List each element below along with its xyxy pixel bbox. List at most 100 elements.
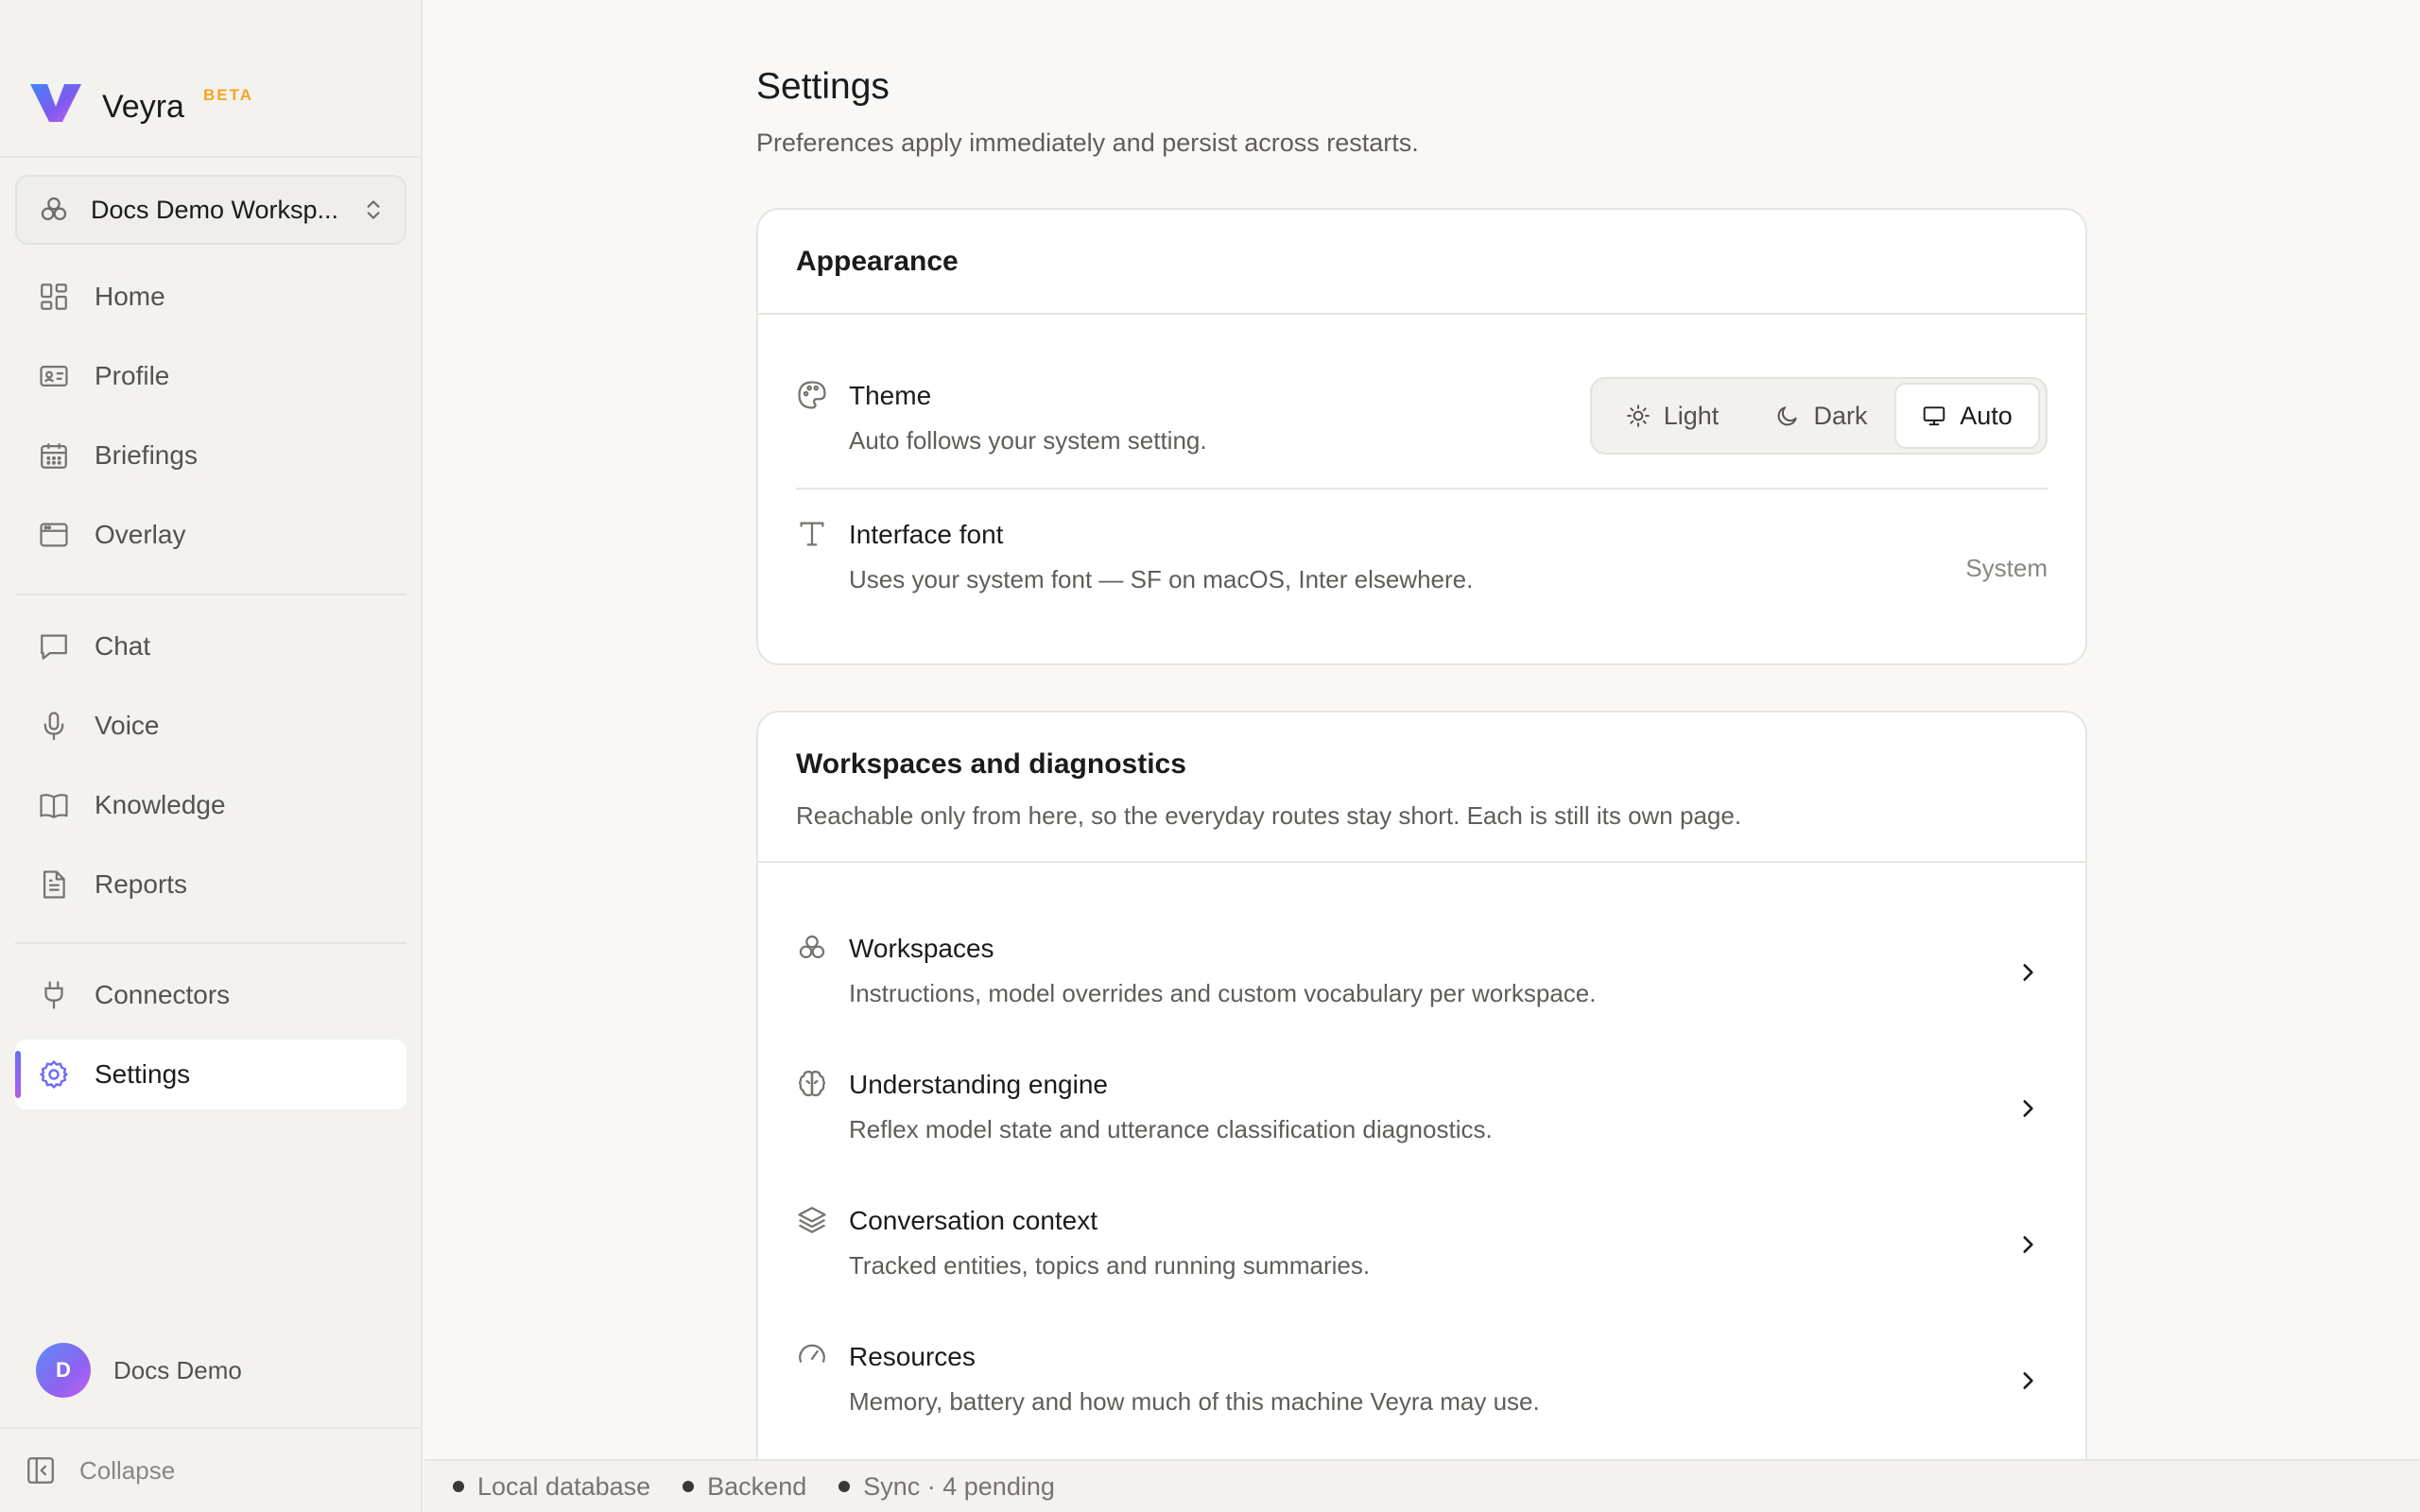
type-icon <box>800 522 824 546</box>
theme-option-label: Light <box>1663 401 1720 430</box>
status-bar: Local database Backend Sync · 4 pending <box>424 1459 2420 1512</box>
workspace-name: Docs Demo Worksp... <box>91 195 339 224</box>
sidebar-divider <box>0 156 421 158</box>
sidebar: Veyra BETA Docs Demo Worksp... Home Prof… <box>0 0 423 1512</box>
sun-icon <box>1626 404 1650 427</box>
sidebar-item-voice[interactable]: Voice <box>15 691 406 761</box>
sidebar-item-label: Settings <box>95 1059 191 1089</box>
chevron-right-icon <box>2023 1372 2033 1389</box>
theme-option-label: Auto <box>1960 401 2013 430</box>
status-local-database[interactable]: Local database <box>453 1472 650 1502</box>
sidebar-collapse-icon <box>27 1457 54 1484</box>
workspaces-icon <box>799 935 825 959</box>
card-header: Workspaces and diagnostics Reachable onl… <box>758 713 2085 863</box>
sidebar-item-label: Home <box>95 282 165 311</box>
sidebar-item-label: Knowledge <box>95 790 226 819</box>
sidebar-item-home[interactable]: Home <box>15 262 406 332</box>
veyra-logo-icon <box>30 84 81 122</box>
user-menu[interactable]: D Docs Demo <box>36 1343 242 1398</box>
sidebar-separator <box>15 942 406 944</box>
link-row-conversation-context[interactable]: Conversation context Tracked entities, t… <box>796 1206 2048 1285</box>
page-title: Settings <box>756 66 890 107</box>
window-icon <box>40 523 68 547</box>
card-header: Appearance <box>758 210 2085 315</box>
plug-icon <box>44 981 63 1009</box>
user-name: Docs Demo <box>113 1355 242 1384</box>
microphone-icon <box>43 712 64 741</box>
theme-title: Theme <box>849 381 932 410</box>
sidebar-item-label: Profile <box>95 361 170 390</box>
theme-option-dark[interactable]: Dark <box>1749 383 1894 449</box>
sidebar-item-connectors[interactable]: Connectors <box>15 960 406 1030</box>
sidebar-item-reports[interactable]: Reports <box>15 850 406 919</box>
chevron-right-icon <box>2023 1236 2033 1253</box>
link-row-title: Understanding engine <box>849 1070 1108 1099</box>
app-name: Veyra <box>102 88 184 125</box>
palette-icon <box>798 381 826 409</box>
workspaces-icon <box>41 197 67 221</box>
chevron-up-down-icon <box>367 200 380 219</box>
id-card-icon <box>40 365 68 387</box>
theme-option-label: Dark <box>1813 401 1868 430</box>
link-row-description: Instructions, model overrides and custom… <box>849 979 1597 1007</box>
active-indicator <box>15 1051 21 1098</box>
sidebar-item-overlay[interactable]: Overlay <box>15 500 406 570</box>
collapse-sidebar-button[interactable]: Collapse <box>25 1452 175 1489</box>
appearance-title: Appearance <box>796 245 959 277</box>
theme-description: Auto follows your system setting. <box>849 426 1207 455</box>
sidebar-item-label: Briefings <box>95 440 198 470</box>
home-grid-icon <box>41 284 67 310</box>
interface-font-setting: Interface font Uses your system font — S… <box>796 520 2048 595</box>
sidebar-divider <box>0 1427 421 1429</box>
status-sync[interactable]: Sync · 4 pending <box>838 1472 1055 1502</box>
link-row-title: Workspaces <box>849 934 994 963</box>
interface-font-description: Uses your system font — SF on macOS, Int… <box>849 565 1474 593</box>
gear-icon <box>40 1060 68 1089</box>
link-row-workspaces[interactable]: Workspaces Instructions, model overrides… <box>796 934 2048 1013</box>
workspaces-diagnostics-card: Workspaces and diagnostics Reachable onl… <box>756 711 2087 1512</box>
status-backend[interactable]: Backend <box>683 1472 806 1502</box>
status-label: Sync · 4 pending <box>863 1471 1055 1501</box>
status-label: Local database <box>477 1471 651 1501</box>
sidebar-item-chat[interactable]: Chat <box>15 611 406 681</box>
workspace-switcher[interactable]: Docs Demo Worksp... <box>15 175 406 245</box>
link-row-description: Tracked entities, topics and running sum… <box>849 1251 1371 1280</box>
chat-bubble-icon <box>41 634 67 660</box>
theme-setting: Theme Auto follows your system setting. … <box>796 377 2048 458</box>
sidebar-item-label: Voice <box>95 711 160 740</box>
brand[interactable]: Veyra BETA <box>28 74 253 130</box>
link-row-resources[interactable]: Resources Memory, battery and how much o… <box>796 1342 2048 1421</box>
gauge-icon <box>799 1344 825 1363</box>
sidebar-item-profile[interactable]: Profile <box>15 341 406 411</box>
sidebar-item-label: Chat <box>95 631 151 661</box>
sidebar-separator <box>15 593 406 595</box>
collapse-label: Collapse <box>79 1455 176 1485</box>
theme-option-light[interactable]: Light <box>1596 383 1749 449</box>
status-dot <box>683 1481 695 1492</box>
status-dot <box>838 1481 851 1492</box>
chevron-right-icon <box>2023 1100 2033 1117</box>
sidebar-item-label: Reports <box>95 869 188 899</box>
layers-icon <box>798 1207 826 1233</box>
sidebar-item-briefings[interactable]: Briefings <box>15 421 406 490</box>
appearance-card: Appearance Theme Auto follows your syste… <box>756 208 2087 665</box>
document-icon <box>43 870 65 899</box>
sidebar-item-knowledge[interactable]: Knowledge <box>15 770 406 840</box>
sidebar-item-settings[interactable]: Settings <box>15 1040 406 1109</box>
calendar-icon <box>41 443 67 469</box>
sidebar-item-label: Connectors <box>95 980 231 1009</box>
theme-option-auto[interactable]: Auto <box>1894 383 2040 449</box>
row-divider <box>796 488 2048 490</box>
sidebar-item-label: Overlay <box>95 520 186 549</box>
link-row-title: Conversation context <box>849 1206 1098 1235</box>
monitor-icon <box>1923 406 1945 426</box>
moon-icon <box>1778 406 1798 426</box>
link-row-understanding-engine[interactable]: Understanding engine Reflex model state … <box>796 1070 2048 1149</box>
beta-badge: BETA <box>202 86 253 104</box>
status-label: Backend <box>707 1471 807 1501</box>
link-row-title: Resources <box>849 1342 976 1371</box>
interface-font-value[interactable]: System <box>1965 554 2048 583</box>
workspaces-diagnostics-description: Reachable only from here, so the everyda… <box>796 801 1742 830</box>
interface-font-title: Interface font <box>849 520 1004 549</box>
link-row-description: Reflex model state and utterance classif… <box>849 1115 1493 1143</box>
